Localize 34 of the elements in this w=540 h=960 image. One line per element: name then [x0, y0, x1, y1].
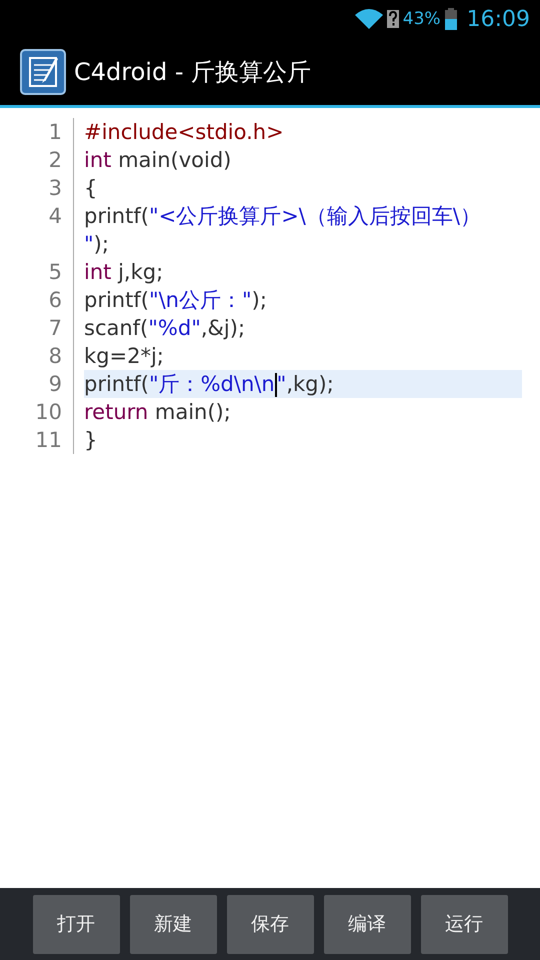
line-number: 2 — [0, 146, 74, 174]
window-title: C4droid - 斤换算公斤 — [74, 56, 312, 88]
line-number: 11 — [0, 426, 74, 454]
toolbar-button[interactable]: 新建 — [130, 894, 216, 954]
line-number: 1 — [0, 118, 74, 146]
code-line: int main(void) — [84, 147, 232, 174]
code-line: { — [84, 175, 98, 202]
line-number: 7 — [0, 314, 74, 342]
line-number: 4 — [0, 202, 74, 258]
line-number: 10 — [0, 398, 74, 426]
code-line: } — [84, 427, 98, 454]
code-line: return main(); — [84, 399, 231, 426]
toolbar-button[interactable]: 打开 — [32, 894, 120, 954]
line-number: 9 — [0, 370, 74, 398]
code-line: kg=2*j; — [84, 343, 164, 370]
toolbar-button[interactable]: 编译 — [324, 894, 410, 954]
app-icon — [20, 48, 66, 94]
no-data-icon — [386, 10, 399, 28]
line-number: 5 — [0, 258, 74, 286]
wifi-icon — [354, 9, 383, 29]
toolbar-button[interactable]: 运行 — [420, 894, 508, 954]
text-cursor — [274, 373, 277, 398]
battery-icon — [444, 8, 457, 30]
toolbar-button[interactable]: 保存 — [226, 894, 314, 954]
clock: 16:09 — [466, 6, 530, 32]
code-line: int j,kg; — [84, 259, 164, 286]
line-number: 6 — [0, 286, 74, 314]
line-number: 8 — [0, 342, 74, 370]
code-line: printf("\n公斤："); — [84, 287, 267, 314]
code-line: scanf("%d",&j); — [84, 315, 246, 342]
line-number: 3 — [0, 174, 74, 202]
code-line: printf("<公斤换算斤>\（输入后按回车\） "); — [84, 203, 481, 258]
code-line: #include<stdio.h> — [84, 119, 284, 146]
battery-percent: 43% — [402, 9, 441, 29]
